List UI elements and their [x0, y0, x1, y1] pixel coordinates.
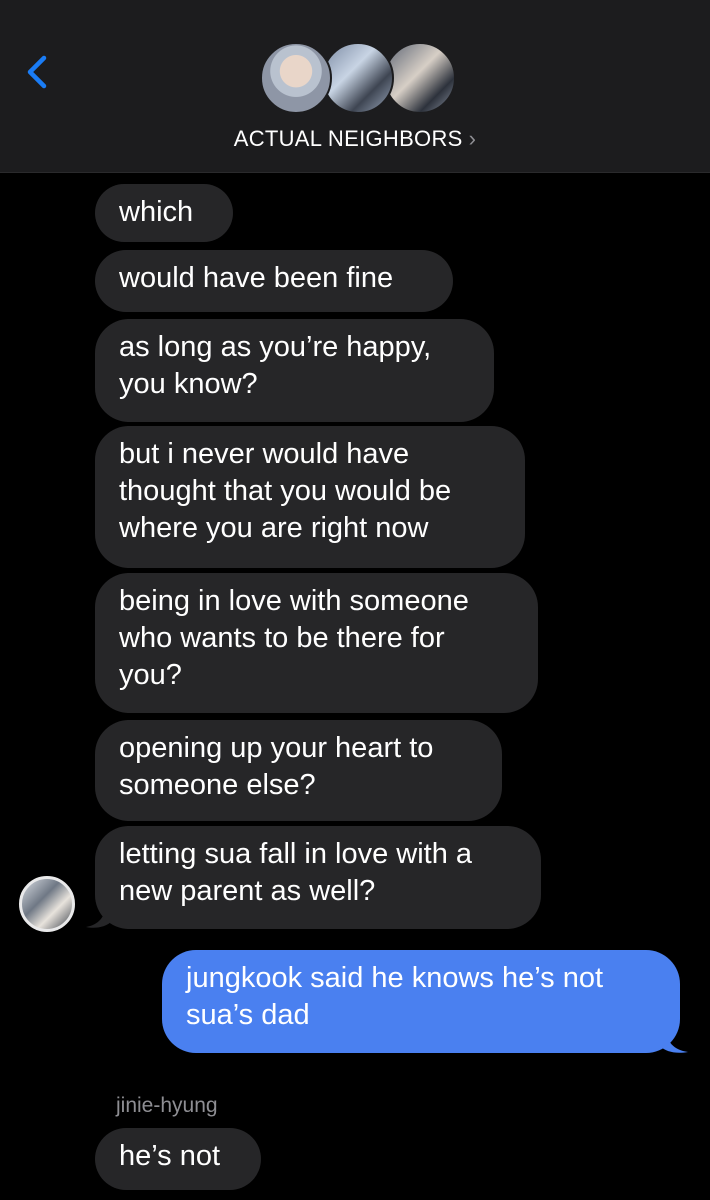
message-text: would have been fine [119, 262, 394, 294]
message-line: where you are right now [119, 512, 429, 544]
message-line: opening up your heart to [119, 732, 434, 764]
message-text: he’s not [119, 1140, 221, 1172]
sender-name: jinie-hyung [116, 1094, 218, 1117]
message-bubble[interactable]: would have been fine [95, 250, 453, 312]
chevron-right-icon: › [468, 126, 477, 151]
message-line: thought that you would be [119, 475, 452, 507]
message-bubble[interactable]: being in love with someone who wants to … [95, 573, 538, 713]
message-bubble[interactable]: as long as you’re happy, you know? [95, 319, 494, 422]
message-line: someone else? [119, 769, 316, 801]
message-line: jungkook said he knows he’s not [186, 962, 604, 994]
group-avatars[interactable] [260, 42, 456, 118]
avatar [384, 42, 456, 114]
message-line: sua’s dad [186, 999, 310, 1031]
message-bubble[interactable]: opening up your heart to someone else? [95, 720, 502, 821]
message-bubble[interactable]: he’s not [95, 1128, 261, 1190]
message-bubble[interactable]: letting sua fall in love with a new pare… [95, 826, 541, 929]
message-line: you? [119, 659, 182, 691]
message-bubble[interactable]: which [95, 184, 233, 242]
message-bubble[interactable]: but i never would have thought that you … [95, 426, 525, 568]
back-button[interactable] [18, 52, 58, 92]
message-text: which [119, 196, 194, 228]
message-line: being in love with someone [119, 585, 469, 617]
group-name: ACTUAL NEIGHBORS [233, 126, 463, 151]
message-line: new parent as well? [119, 875, 376, 907]
message-bubble[interactable]: jungkook said he knows he’s not sua’s da… [162, 950, 680, 1053]
chevron-left-icon [27, 55, 47, 89]
avatar [322, 42, 394, 114]
message-line: as long as you’re happy, [119, 331, 432, 363]
message-line: you know? [119, 368, 258, 400]
sender-avatar[interactable] [19, 876, 75, 932]
conversation-header: ACTUAL NEIGHBORS › [0, 0, 710, 173]
message-line: but i never would have [119, 438, 410, 470]
message-line: who wants to be there for [119, 622, 445, 654]
avatar [260, 42, 332, 114]
group-title[interactable]: ACTUAL NEIGHBORS › [0, 126, 710, 152]
message-line: letting sua fall in love with a [119, 838, 473, 870]
